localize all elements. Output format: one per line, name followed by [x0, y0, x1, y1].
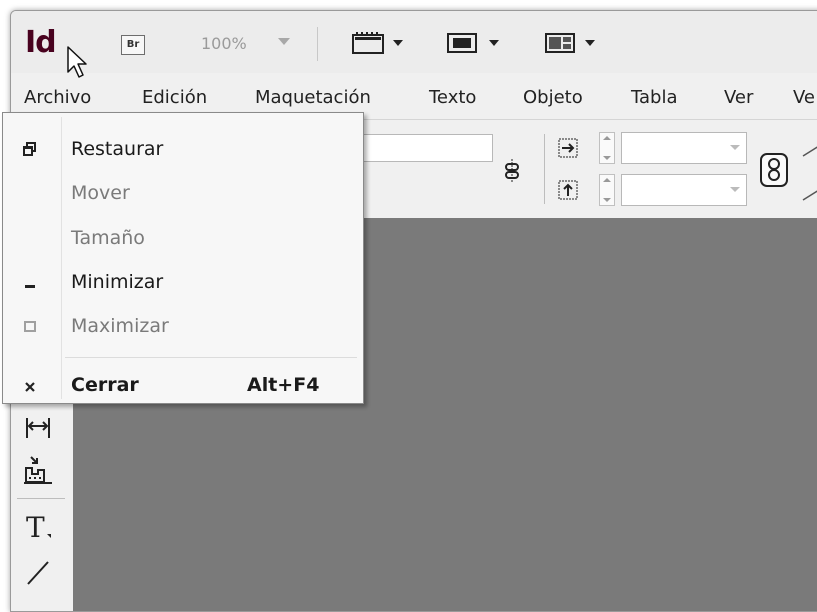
constrain-proportions-icon[interactable] — [501, 158, 523, 184]
menu-texto[interactable]: Texto — [429, 87, 476, 108]
screen-mode-icon[interactable] — [445, 31, 481, 55]
maximize-icon — [24, 321, 36, 332]
menu-edicion[interactable]: Edición — [142, 87, 207, 108]
zoom-dropdown-icon[interactable] — [278, 38, 290, 45]
menu-tabla[interactable]: Tabla — [631, 87, 678, 108]
menu-ver[interactable]: Ver — [724, 87, 753, 108]
close-icon — [25, 382, 35, 392]
type-tool-icon[interactable]: T — [23, 510, 53, 544]
menu-separator — [65, 357, 357, 358]
height-field[interactable] — [621, 174, 747, 206]
menu-item-mover[interactable]: Mover — [3, 171, 363, 215]
menu-maquetacion[interactable]: Maquetación — [255, 87, 371, 108]
zoom-level-field[interactable]: 100% — [201, 34, 247, 53]
minimize-icon — [25, 285, 35, 288]
control-divider — [544, 134, 545, 204]
arrange-documents-icon[interactable] — [543, 31, 579, 55]
bridge-button[interactable]: Br — [121, 35, 145, 55]
screen-mode-dropdown-icon[interactable] — [489, 40, 499, 46]
app-logo-icon[interactable]: Id — [25, 28, 57, 58]
gap-tool-icon[interactable] — [23, 414, 53, 442]
width-scale-icon — [558, 138, 578, 158]
menu-item-label: Tamaño — [71, 227, 145, 249]
application-bar: Id Br 100% — [11, 11, 817, 73]
menu-item-label: Cerrar — [71, 374, 139, 396]
view-options-dropdown-icon[interactable] — [393, 40, 403, 46]
content-collector-icon[interactable] — [23, 454, 53, 486]
height-spinner[interactable] — [599, 174, 615, 206]
menu-item-cerrar[interactable]: Cerrar Alt+F4 — [3, 363, 363, 407]
restore-icon — [23, 142, 36, 156]
arrange-documents-dropdown-icon[interactable] — [585, 40, 595, 46]
menu-item-maximizar[interactable]: Maximizar — [3, 304, 363, 348]
reference-field[interactable] — [363, 134, 493, 162]
width-field[interactable] — [621, 132, 747, 164]
menu-objeto[interactable]: Objeto — [523, 87, 583, 108]
tools-divider — [17, 498, 65, 499]
line-tool-icon[interactable] — [23, 556, 53, 588]
height-scale-icon — [558, 180, 578, 200]
angle-icon — [802, 146, 817, 201]
shortcut-label: Alt+F4 — [247, 374, 320, 396]
menu-archivo[interactable]: Archivo — [24, 87, 91, 108]
width-spinner[interactable] — [599, 132, 615, 164]
menu-item-minimizar[interactable]: Minimizar — [3, 260, 363, 304]
menu-item-label: Mover — [71, 182, 130, 204]
menu-item-label: Minimizar — [71, 271, 164, 293]
menu-item-tamano[interactable]: Tamaño — [3, 216, 363, 260]
toolbar-divider — [317, 27, 318, 61]
menu-item-label: Restaurar — [71, 138, 164, 160]
svg-text:T: T — [26, 511, 45, 544]
view-options-icon[interactable] — [351, 31, 387, 55]
menu-item-restaurar[interactable]: Restaurar — [3, 127, 363, 171]
menu-ventana[interactable]: Ve — [793, 87, 815, 108]
menu-item-label: Maximizar — [71, 315, 169, 337]
window-system-menu: Restaurar Mover Tamaño Minimizar Maximiz… — [2, 112, 364, 404]
mouse-pointer-icon — [67, 46, 87, 78]
link-icon[interactable] — [759, 152, 789, 188]
